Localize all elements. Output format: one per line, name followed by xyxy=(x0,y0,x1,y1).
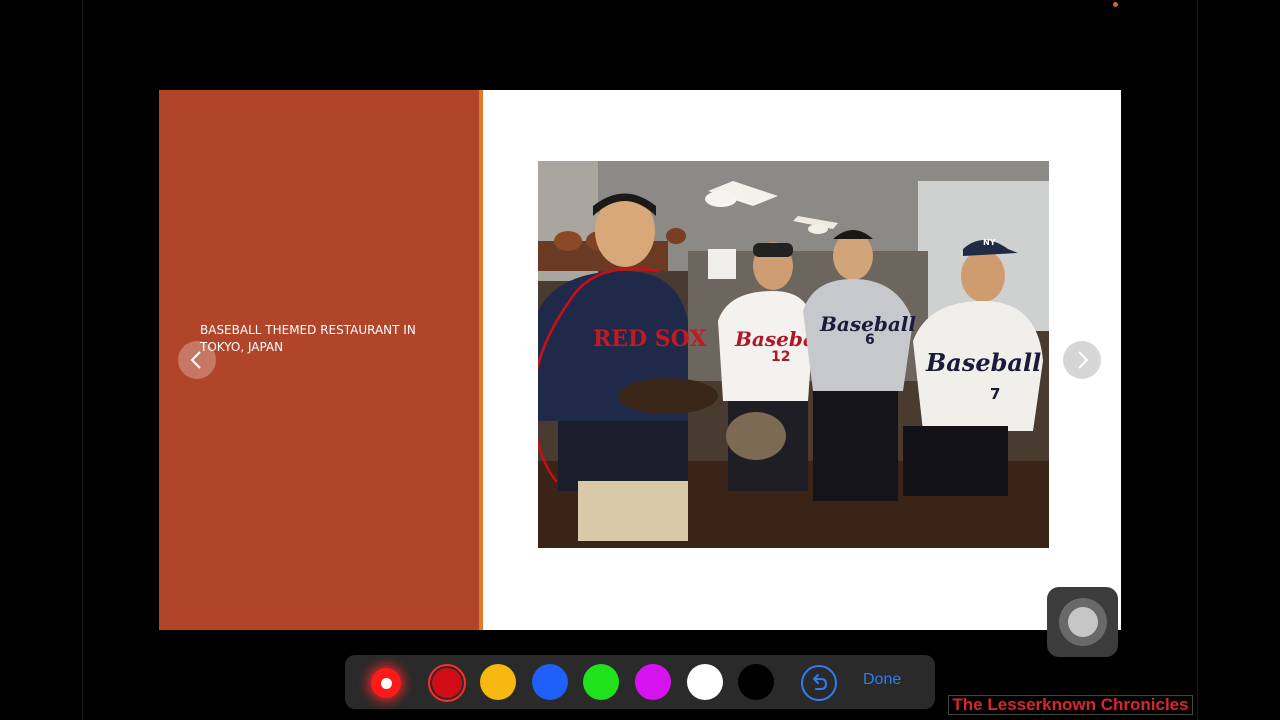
frame-divider-left xyxy=(82,0,83,720)
undo-icon xyxy=(813,674,828,690)
recording-indicator xyxy=(1113,2,1118,7)
slide-accent-stripe xyxy=(479,90,483,630)
presentation-slide: BASEBALL THEMED RESTAURANT IN TOKYO, JAP… xyxy=(159,90,1121,630)
color-swatch-blue[interactable] xyxy=(532,664,568,700)
laser-pointer-tool[interactable] xyxy=(371,668,401,698)
color-swatch-green[interactable] xyxy=(583,664,619,700)
color-swatch-white[interactable] xyxy=(687,664,723,700)
restaurant-photo: RED SOX Baseball 12 Baseball 6 NY Baseba… xyxy=(538,161,1049,548)
next-slide-button[interactable] xyxy=(1063,341,1101,379)
undo-button[interactable] xyxy=(801,665,837,701)
svg-text:NY: NY xyxy=(983,238,996,247)
assistive-touch-ring xyxy=(1058,598,1107,646)
svg-text:12: 12 xyxy=(771,349,790,365)
channel-watermark: The Lesserknown Chronicles xyxy=(948,695,1193,715)
frame-divider-right xyxy=(1197,0,1198,720)
photo-image: RED SOX Baseball 12 Baseball 6 NY Baseba… xyxy=(538,161,1049,548)
color-swatch-yellow[interactable] xyxy=(480,664,516,700)
slide-caption: BASEBALL THEMED RESTAURANT IN TOKYO, JAP… xyxy=(200,323,416,354)
previous-slide-button[interactable] xyxy=(178,341,216,379)
jersey-text-redsox: RED SOX xyxy=(593,326,707,352)
laser-pointer-dot xyxy=(380,677,392,689)
svg-text:7: 7 xyxy=(990,385,1000,403)
color-swatch-purple[interactable] xyxy=(635,664,671,700)
chevron-right-icon xyxy=(1078,351,1089,369)
svg-text:6: 6 xyxy=(865,332,875,348)
chevron-left-icon xyxy=(190,351,201,369)
color-swatch-red[interactable] xyxy=(428,664,466,702)
assistive-touch-button[interactable] xyxy=(1047,587,1118,657)
done-button[interactable]: Done xyxy=(863,671,901,689)
svg-text:Baseball: Baseball xyxy=(925,348,1041,377)
color-swatch-black[interactable] xyxy=(738,664,774,700)
assistive-touch-center xyxy=(1067,607,1098,637)
